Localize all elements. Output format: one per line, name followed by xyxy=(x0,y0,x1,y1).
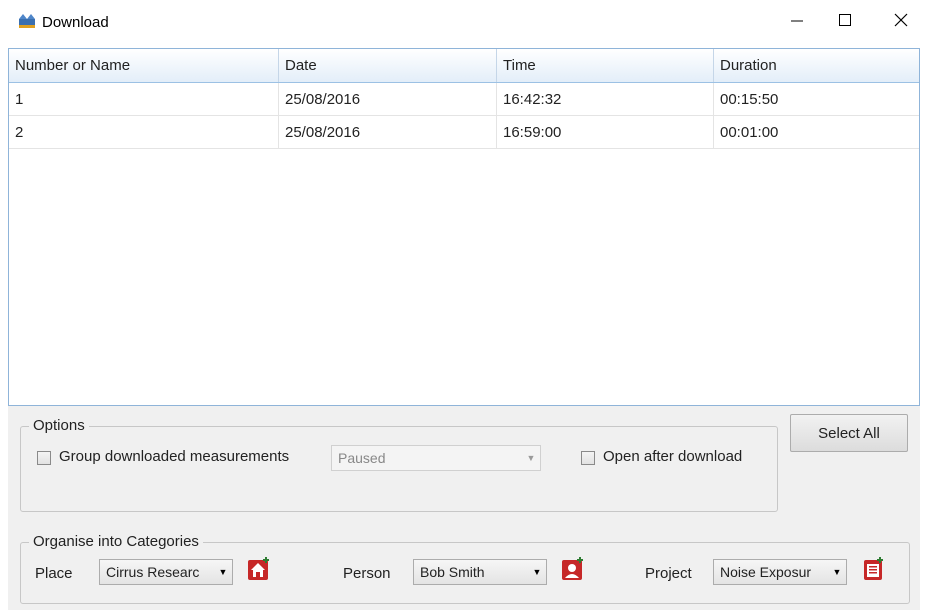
place-select[interactable]: Cirrus Researc ▼ xyxy=(99,559,233,585)
maximize-button[interactable] xyxy=(818,0,872,44)
table-row[interactable]: 1 25/08/2016 16:42:32 00:15:50 xyxy=(9,83,919,116)
minimize-icon xyxy=(790,13,804,31)
group-mode-select[interactable]: Paused ▼ xyxy=(331,445,541,471)
select-all-label: Select All xyxy=(818,424,880,442)
close-icon xyxy=(894,13,908,31)
project-label: Project xyxy=(645,565,692,582)
cell-duration: 00:01:00 xyxy=(720,123,779,141)
select-all-button[interactable]: Select All xyxy=(790,414,908,452)
group-mode-value: Paused xyxy=(338,450,386,466)
open-after-download-label[interactable]: Open after download xyxy=(603,448,742,465)
options-group: Options Group downloaded measurements Pa… xyxy=(20,417,778,512)
cell-date: 25/08/2016 xyxy=(279,83,497,115)
person-select[interactable]: Bob Smith ▼ xyxy=(413,559,547,585)
chevron-down-icon: ▼ xyxy=(526,453,536,463)
close-button[interactable] xyxy=(874,0,928,44)
title-bar[interactable]: Download xyxy=(0,0,932,44)
cell-duration: 00:15:50 xyxy=(720,90,779,108)
person-label: Person xyxy=(343,565,391,582)
group-measurements-label[interactable]: Group downloaded measurements xyxy=(59,448,289,465)
table-header: Number or Name Date Time Duration xyxy=(9,49,919,83)
cell-time: 16:59:00 xyxy=(497,116,714,148)
chevron-down-icon: ▼ xyxy=(832,567,842,577)
chevron-down-icon: ▼ xyxy=(532,567,542,577)
group-measurements-checkbox[interactable] xyxy=(37,451,51,465)
cell-name: 2 xyxy=(9,116,279,148)
categories-group-label: Organise into Categories xyxy=(29,533,203,550)
minimize-button[interactable] xyxy=(770,0,824,44)
project-value: Noise Exposur xyxy=(720,564,812,580)
open-after-download-checkbox[interactable] xyxy=(581,451,595,465)
column-header-time[interactable]: Time xyxy=(497,49,714,82)
place-label: Place xyxy=(35,565,73,582)
chevron-down-icon: ▼ xyxy=(218,567,228,577)
add-place-icon[interactable] xyxy=(247,557,271,581)
options-group-label: Options xyxy=(29,417,89,434)
column-header-date[interactable]: Date xyxy=(279,49,497,82)
measurements-table[interactable]: Number or Name Date Time Duration 1 25/0… xyxy=(8,48,920,406)
window-title: Download xyxy=(42,14,109,31)
table-row[interactable]: 2 25/08/2016 16:59:00 00:01:00 xyxy=(9,116,919,149)
column-header-name[interactable]: Number or Name xyxy=(9,49,279,82)
project-select[interactable]: Noise Exposur ▼ xyxy=(713,559,847,585)
add-person-icon[interactable] xyxy=(561,557,585,581)
person-value: Bob Smith xyxy=(420,564,485,580)
add-project-icon[interactable] xyxy=(861,557,885,581)
place-value: Cirrus Researc xyxy=(106,564,200,580)
bottom-panel: Options Group downloaded measurements Pa… xyxy=(8,406,920,610)
categories-group: Organise into Categories Place Cirrus Re… xyxy=(20,533,910,604)
cell-time: 16:42:32 xyxy=(497,83,714,115)
column-header-duration[interactable]: Duration xyxy=(714,49,919,82)
cell-name: 1 xyxy=(9,83,279,115)
download-app-icon xyxy=(18,13,36,29)
maximize-icon xyxy=(838,13,852,31)
cell-date: 25/08/2016 xyxy=(279,116,497,148)
